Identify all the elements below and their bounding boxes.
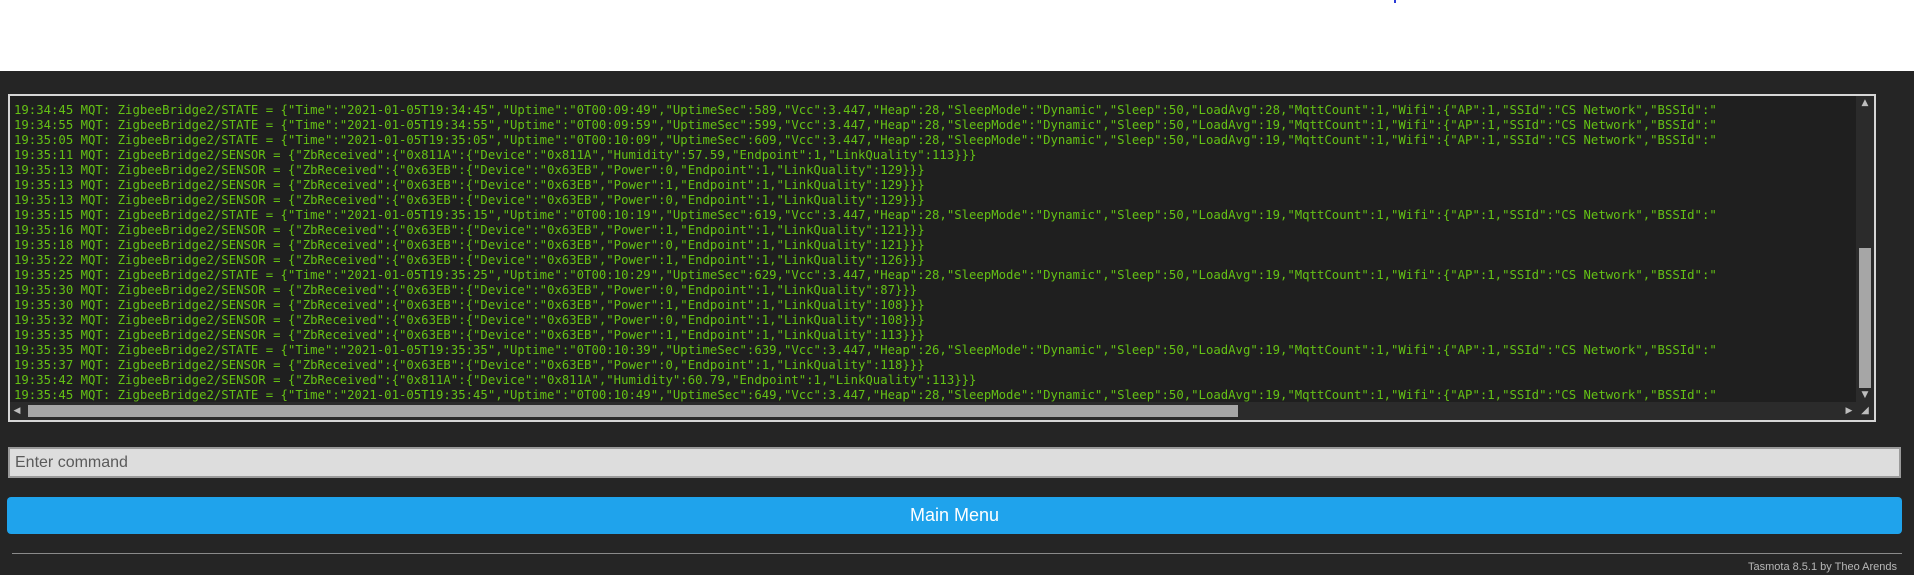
console-viewport: 19:34:45 MQT: ZigbeeBridge2/STATE = {"Ti…: [10, 96, 1856, 402]
console-log-line: 19:35:05 MQT: ZigbeeBridge2/STATE = {"Ti…: [14, 133, 1717, 147]
console-log-line: 19:35:13 MQT: ZigbeeBridge2/SENSOR = {"Z…: [14, 163, 925, 177]
footer-divider: [12, 553, 1902, 554]
console-log-line: 19:35:13 MQT: ZigbeeBridge2/SENSOR = {"Z…: [14, 178, 925, 192]
console-log[interactable]: 19:34:45 MQT: ZigbeeBridge2/STATE = {"Ti…: [8, 94, 1876, 422]
vertical-scroll-thumb[interactable]: [1859, 248, 1871, 388]
scroll-down-icon[interactable]: ▼: [1856, 388, 1874, 402]
console-log-line: 19:34:45 MQT: ZigbeeBridge2/STATE = {"Ti…: [14, 103, 1717, 117]
console-log-line: 19:35:11 MQT: ZigbeeBridge2/SENSOR = {"Z…: [14, 148, 977, 162]
console-log-line: 19:35:18 MQT: ZigbeeBridge2/SENSOR = {"Z…: [14, 238, 925, 252]
header-link-fragment: [1394, 0, 1396, 3]
console-log-line: 19:35:42 MQT: ZigbeeBridge2/SENSOR = {"Z…: [14, 373, 977, 387]
console-log-line: 19:35:16 MQT: ZigbeeBridge2/SENSOR = {"Z…: [14, 223, 925, 237]
console-log-line: 19:35:37 MQT: ZigbeeBridge2/SENSOR = {"Z…: [14, 358, 925, 372]
console-log-text: 19:34:45 MQT: ZigbeeBridge2/STATE = {"Ti…: [14, 103, 1717, 402]
console-log-line: 19:34:55 MQT: ZigbeeBridge2/STATE = {"Ti…: [14, 118, 1717, 132]
console-log-line: 19:35:30 MQT: ZigbeeBridge2/SENSOR = {"Z…: [14, 283, 918, 297]
scroll-left-icon[interactable]: ◀: [10, 402, 24, 420]
command-input[interactable]: [8, 447, 1901, 478]
console-log-line: 19:35:35 MQT: ZigbeeBridge2/SENSOR = {"Z…: [14, 328, 925, 342]
console-log-line: 19:35:30 MQT: ZigbeeBridge2/SENSOR = {"Z…: [14, 298, 925, 312]
horizontal-scrollbar[interactable]: ◀ ▶: [10, 402, 1856, 420]
vertical-scrollbar[interactable]: ▲ ▼: [1856, 96, 1874, 402]
console-log-line: 19:35:15 MQT: ZigbeeBridge2/STATE = {"Ti…: [14, 208, 1717, 222]
page-header-area: [0, 0, 1914, 71]
console-log-line: 19:35:32 MQT: ZigbeeBridge2/SENSOR = {"Z…: [14, 313, 925, 327]
footer-version-text: Tasmota 8.5.1 by Theo Arends: [1748, 561, 1897, 573]
main-menu-button[interactable]: Main Menu: [7, 497, 1902, 534]
scroll-right-icon[interactable]: ▶: [1842, 402, 1856, 420]
console-log-line: 19:35:35 MQT: ZigbeeBridge2/STATE = {"Ti…: [14, 343, 1717, 357]
console-log-line: 19:35:13 MQT: ZigbeeBridge2/SENSOR = {"Z…: [14, 193, 925, 207]
scroll-up-icon[interactable]: ▲: [1856, 96, 1874, 110]
console-log-line: 19:35:25 MQT: ZigbeeBridge2/STATE = {"Ti…: [14, 268, 1717, 282]
horizontal-scroll-thumb[interactable]: [28, 405, 1238, 417]
console-log-line: 19:35:45 MQT: ZigbeeBridge2/STATE = {"Ti…: [14, 388, 1717, 402]
resize-grip-icon[interactable]: ◢: [1856, 402, 1874, 420]
console-log-line: 19:35:22 MQT: ZigbeeBridge2/SENSOR = {"Z…: [14, 253, 925, 267]
